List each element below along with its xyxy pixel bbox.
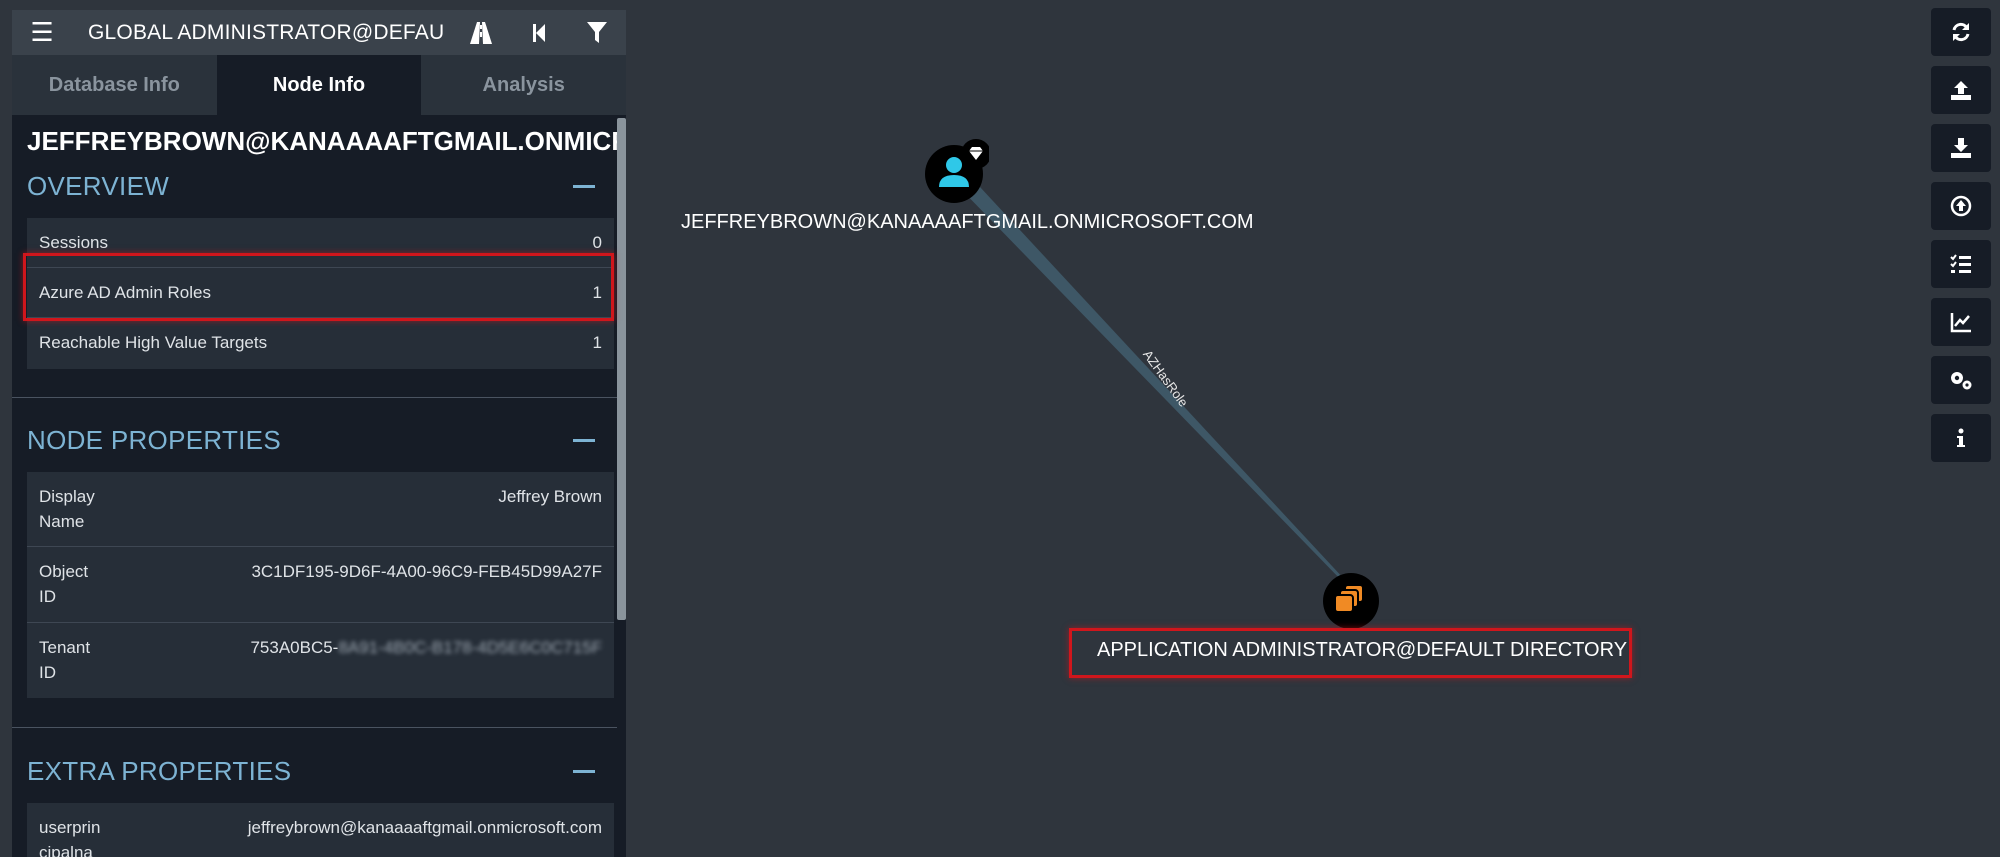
refresh-button[interactable] — [1931, 8, 1991, 56]
upload-icon — [1951, 81, 1971, 100]
row-value: jeffreybrown@kanaaaaftgmail.onmicrosoft.… — [247, 818, 602, 837]
graph-edges: AZHasRole — [955, 173, 1345, 582]
chart-button[interactable] — [1931, 298, 1991, 346]
queries-button[interactable] — [1931, 240, 1991, 288]
role-node[interactable] — [1322, 572, 1380, 630]
node-info-panel: ☰ GLOBAL ADMINISTRATOR@DEFAU Database In… — [12, 10, 626, 857]
info-icon — [1957, 428, 1965, 447]
row-value: 3C1DF195-9D6F-4A00-96C9-FEB45D99A27F — [251, 562, 602, 581]
search-bar: ☰ GLOBAL ADMINISTRATOR@DEFAU — [12, 10, 626, 55]
chart-icon — [1950, 313, 1971, 333]
user-node[interactable] — [925, 137, 989, 209]
redacted-value: 8A91-4B0C-B178-4D5E6C0C715F — [338, 638, 602, 657]
section-divider — [12, 397, 617, 398]
import-icon — [1950, 195, 1972, 217]
hamburger-icon: ☰ — [30, 17, 54, 47]
filter-button[interactable] — [568, 10, 626, 55]
edge-azhasrole[interactable] — [955, 173, 1345, 582]
queries-list-icon — [1950, 254, 1971, 273]
download-icon — [1951, 138, 1971, 158]
road-icon — [470, 21, 492, 44]
section-divider — [12, 727, 617, 728]
menu-button[interactable]: ☰ — [12, 10, 72, 55]
collapse-icon[interactable] — [573, 438, 595, 442]
user-icon — [946, 157, 962, 173]
overview-row-reachable-high-value-targets[interactable]: Reachable High Value Targets 1 — [27, 318, 614, 369]
tab-analysis[interactable]: Analysis — [421, 55, 626, 115]
row-label: Sessions — [39, 233, 108, 252]
row-value: 753A0BC5-8A91-4B0C-B178-4D5E6C0C715F — [250, 638, 602, 657]
property-row-display-name[interactable]: Display Name Jeffrey Brown — [27, 472, 614, 547]
row-value: 1 — [592, 333, 602, 352]
user-node-label[interactable]: JEFFREYBROWN@KANAAAAFTGMAIL.ONMICROSOFT.… — [681, 211, 1254, 234]
graph-canvas[interactable]: AZHasRole JEFFREYBROWN@KANAAAAFTGMAIL.ON… — [626, 0, 2000, 857]
info-button[interactable] — [1931, 414, 1991, 462]
node-properties-header[interactable]: NODE PROPERTIES — [27, 420, 607, 460]
node-properties-title: NODE PROPERTIES — [27, 424, 281, 455]
highlight-admin-roles — [23, 253, 614, 321]
row-value: Jeffrey Brown — [498, 487, 602, 506]
panel-scrollbar[interactable] — [617, 118, 626, 620]
overview-header[interactable]: OVERVIEW — [27, 166, 607, 206]
import-button[interactable] — [1931, 182, 1991, 230]
search-input[interactable]: GLOBAL ADMINISTRATOR@DEFAU — [72, 21, 452, 45]
download-button[interactable] — [1931, 124, 1991, 172]
settings-icon — [1951, 372, 1972, 390]
overview-title: OVERVIEW — [27, 170, 170, 201]
row-value: 0 — [592, 233, 602, 252]
refresh-icon — [1952, 22, 1970, 42]
tab-database-info[interactable]: Database Info — [12, 55, 217, 115]
back-button[interactable] — [510, 10, 568, 55]
node-properties-table: Display Name Jeffrey Brown Object ID 3C1… — [27, 472, 614, 698]
highlight-role-label — [1069, 628, 1632, 678]
collapse-icon[interactable] — [573, 769, 595, 773]
pathfinding-button[interactable] — [452, 10, 510, 55]
node-title: JEFFREYBROWN@KANAAAAFTGMAIL.ONMICROSOFT.… — [27, 126, 617, 156]
row-label: Tenant ID — [39, 638, 91, 682]
extra-properties-title: EXTRA PROPERTIES — [27, 755, 292, 786]
extra-properties-table: userprin cipalna jeffreybrown@kanaaaaftg… — [27, 803, 614, 857]
tab-node-info[interactable]: Node Info — [216, 55, 422, 115]
filter-icon — [587, 21, 607, 43]
collapse-icon[interactable] — [573, 184, 595, 188]
panel-tabs: Database Info Node Info Analysis — [12, 55, 626, 115]
upload-button[interactable] — [1931, 66, 1991, 114]
row-label: userprin cipalna — [39, 818, 101, 857]
step-back-icon — [533, 23, 545, 42]
settings-button[interactable] — [1931, 356, 1991, 404]
row-label: Reachable High Value Targets — [39, 333, 268, 352]
property-row-object-id[interactable]: Object ID 3C1DF195-9D6F-4A00-96C9-FEB45D… — [27, 547, 614, 623]
extra-properties-header[interactable]: EXTRA PROPERTIES — [27, 751, 607, 791]
property-row-tenant-id[interactable]: Tenant ID 753A0BC5-8A91-4B0C-B178-4D5E6C… — [27, 623, 614, 698]
row-label: Display Name — [39, 487, 95, 531]
row-label: Object ID — [39, 562, 89, 606]
property-row-userprincipalname[interactable]: userprin cipalna jeffreybrown@kanaaaaftg… — [27, 803, 614, 857]
